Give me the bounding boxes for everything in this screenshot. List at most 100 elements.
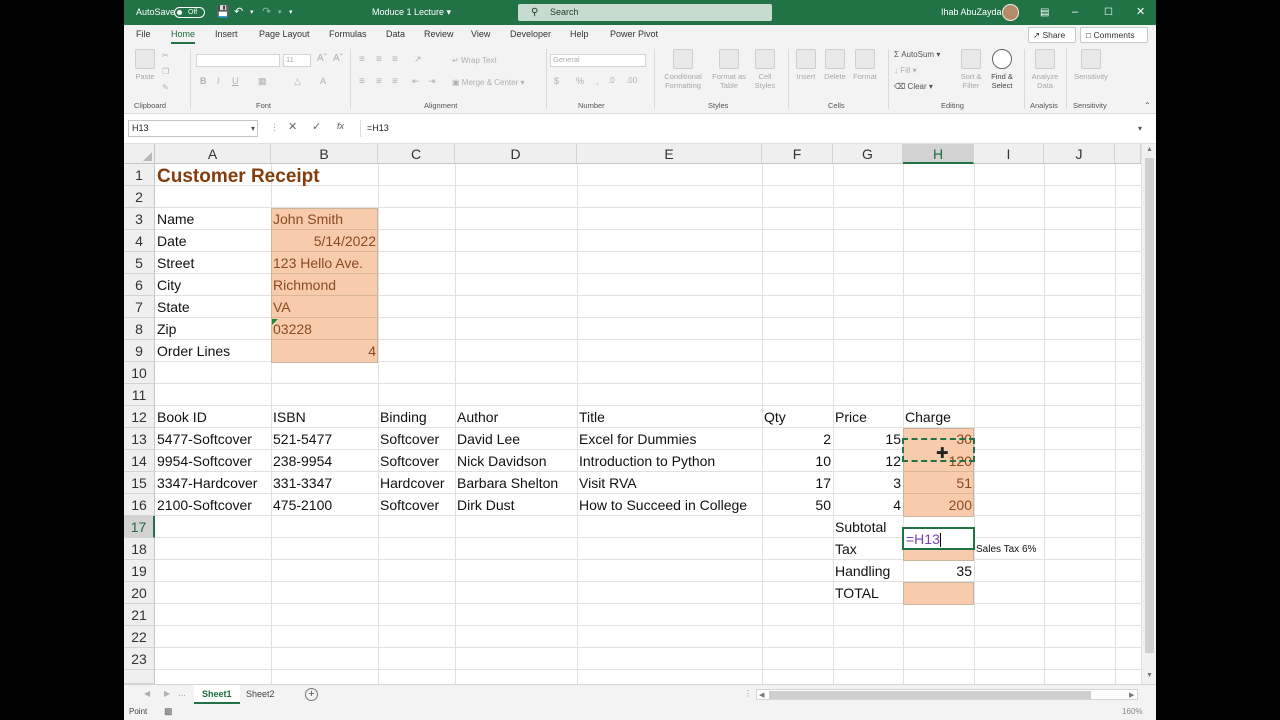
column-header[interactable]: I (974, 144, 1044, 164)
table-cell[interactable]: 12 (833, 450, 903, 472)
table-header[interactable]: ISBN (271, 406, 308, 428)
scroll-up-icon[interactable]: ▲ (1146, 146, 1153, 153)
table-cell[interactable]: 3347-Hardcover (155, 472, 259, 494)
chevron-down-icon[interactable]: ▾ (251, 121, 255, 136)
zoom-level[interactable]: 160% (1122, 707, 1142, 716)
document-title[interactable]: Moduce 1 Lecture ▾ (372, 0, 451, 25)
autosum-button[interactable]: Σ AutoSum ▾ (894, 50, 940, 59)
column-header[interactable] (1115, 144, 1141, 164)
format-painter-icon[interactable]: ✎ (162, 83, 169, 92)
customer-label[interactable]: Name (155, 208, 271, 230)
previous-sheet-icon[interactable]: ◀ (144, 689, 150, 698)
scroll-left-icon[interactable]: ◀ (759, 691, 764, 699)
table-header[interactable]: Charge (903, 406, 953, 428)
table-cell[interactable]: 200 (903, 494, 974, 516)
formula-input[interactable]: =H13 ▾ (360, 120, 1150, 137)
table-cell[interactable]: 15 (833, 428, 903, 450)
row-header[interactable]: 6 (124, 274, 155, 296)
table-cell[interactable]: 331-3347 (271, 472, 334, 494)
column-header[interactable]: A (155, 144, 271, 164)
bold-icon[interactable]: B (200, 76, 207, 86)
wrap-text-button[interactable]: ↵ Wrap Text (452, 56, 497, 65)
user-name[interactable]: Ihab AbuZayda (941, 0, 1002, 25)
table-cell[interactable]: Visit RVA (577, 472, 639, 494)
horizontal-scroll-thumb[interactable] (769, 691, 1091, 699)
fill-color-icon[interactable]: △ (294, 76, 301, 87)
table-cell[interactable]: 3 (833, 472, 903, 494)
macro-recording-icon[interactable]: ▩ (164, 706, 173, 717)
table-cell[interactable]: Hardcover (378, 472, 447, 494)
row-header[interactable]: 5 (124, 252, 155, 274)
customize-toolbar-icon[interactable]: ▾ (289, 0, 293, 25)
column-header[interactable]: D (455, 144, 577, 164)
worksheet-grid[interactable]: A B C D E F G H I J 1 2 3 4 5 6 7 8 9 10… (124, 144, 1156, 684)
table-header[interactable]: Binding (378, 406, 429, 428)
handling-value[interactable]: 35 (903, 560, 974, 582)
number-format-select[interactable]: General (550, 54, 646, 67)
row-header[interactable]: 11 (124, 384, 155, 406)
analyze-data-button[interactable]: Analyze Data (1028, 49, 1062, 90)
column-header[interactable]: H (903, 144, 974, 164)
redo-dropdown-icon[interactable]: ▾ (278, 0, 282, 25)
column-header[interactable]: F (762, 144, 833, 164)
table-cell[interactable]: Nick Davidson (455, 450, 548, 472)
row-header[interactable]: 14 (124, 450, 155, 472)
table-header[interactable]: Author (455, 406, 500, 428)
tab-formulas[interactable]: Formulas (329, 29, 367, 39)
delete-cells-button[interactable]: Delete (821, 49, 849, 81)
table-cell[interactable]: 2 (762, 428, 833, 450)
save-icon[interactable]: 💾 (216, 0, 230, 25)
shrink-font-icon[interactable]: Aˇ (333, 53, 343, 64)
row-header[interactable]: 10 (124, 362, 155, 384)
table-cell[interactable]: Softcover (378, 428, 441, 450)
row-header[interactable]: 21 (124, 604, 155, 626)
tab-power-pivot[interactable]: Power Pivot (610, 29, 658, 39)
undo-dropdown-icon[interactable]: ▾ (250, 0, 254, 25)
column-header[interactable]: B (271, 144, 378, 164)
select-all-button[interactable] (124, 144, 155, 164)
column-header[interactable]: J (1044, 144, 1115, 164)
tab-view[interactable]: View (471, 29, 490, 39)
minimize-icon[interactable]: – (1072, 0, 1078, 25)
font-name-select[interactable] (196, 54, 280, 67)
row-header[interactable]: 17 (124, 516, 155, 538)
tab-home[interactable]: Home (171, 29, 196, 44)
customer-label[interactable]: Zip (155, 318, 271, 340)
autosave-toggle[interactable]: Off (174, 7, 205, 18)
table-cell[interactable]: 50 (762, 494, 833, 516)
comma-style-icon[interactable]: , (596, 76, 599, 86)
align-top-icon[interactable]: ≡ (359, 54, 365, 65)
sheet-options-icon[interactable]: … (178, 689, 186, 698)
underline-icon[interactable]: U (232, 76, 239, 86)
row-header[interactable]: 1 (124, 164, 155, 186)
customer-value[interactable]: 03228 (271, 318, 378, 340)
conditional-formatting-button[interactable]: Conditional Formatting (657, 49, 709, 90)
row-header[interactable] (124, 670, 155, 684)
percent-icon[interactable]: % (576, 76, 584, 86)
table-cell[interactable]: 17 (762, 472, 833, 494)
align-left-icon[interactable]: ≡ (359, 76, 365, 87)
tax-label[interactable]: Tax (833, 538, 859, 560)
tab-file[interactable]: File (136, 29, 151, 39)
sort-filter-button[interactable]: Sort & Filter (956, 49, 986, 90)
table-cell[interactable]: Softcover (378, 494, 441, 516)
table-cell[interactable]: Introduction to Python (577, 450, 717, 472)
insert-cells-button[interactable]: Insert (792, 49, 820, 81)
receipt-title[interactable]: Customer Receipt (155, 164, 322, 187)
customer-value[interactable]: Richmond (271, 274, 378, 296)
collapse-ribbon-icon[interactable]: ⌃ (1144, 101, 1151, 110)
clear-button[interactable]: ⌫ Clear ▾ (894, 82, 933, 91)
name-box[interactable]: H13 ▾ (128, 120, 258, 137)
expand-formula-bar-icon[interactable]: ▾ (1138, 120, 1142, 137)
cell-edit-text[interactable]: =H13 (904, 530, 941, 548)
table-header[interactable]: Book ID (155, 406, 209, 428)
customer-value[interactable]: 123 Hello Ave. (271, 252, 378, 274)
customer-value[interactable]: 4 (271, 340, 378, 362)
close-icon[interactable]: ✕ (1136, 0, 1145, 25)
row-header[interactable]: 18 (124, 538, 155, 560)
table-cell[interactable]: 2100-Softcover (155, 494, 254, 516)
customer-label[interactable]: City (155, 274, 271, 296)
customer-value[interactable]: John Smith (271, 208, 378, 230)
row-header[interactable]: 16 (124, 494, 155, 516)
cut-icon[interactable]: ✂ (162, 51, 169, 60)
